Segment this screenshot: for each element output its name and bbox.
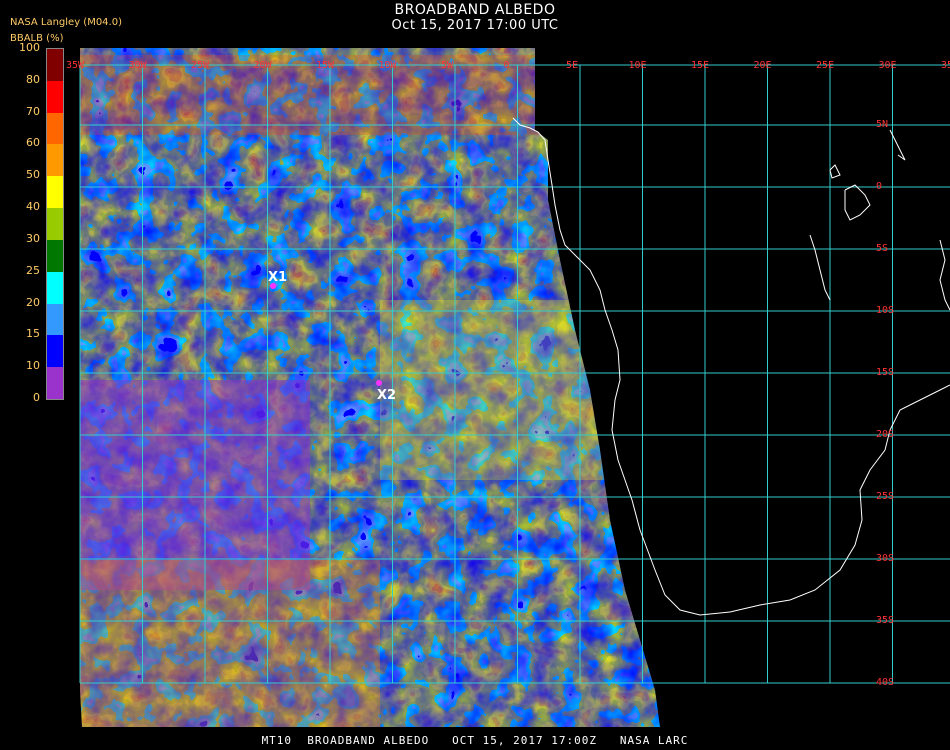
longitude-label: 15E — [691, 60, 710, 71]
colorbar-tick-label: 80 — [26, 72, 40, 86]
longitude-label: 25W — [191, 60, 210, 71]
latitude-label: 5N — [876, 119, 889, 130]
longitude-label: 20W — [253, 60, 272, 71]
colorbar-tick-label: 70 — [26, 104, 40, 118]
colorbar-tick-label: 15 — [26, 327, 40, 341]
longitude-label: 35W — [66, 60, 85, 71]
map-datetime: Oct 15, 2017 17:00 UTC — [391, 18, 559, 33]
albedo-map — [79, 48, 950, 727]
longitude-label: 5E — [566, 60, 579, 71]
colorbar-segment — [47, 335, 63, 368]
longitude-label: 10W — [378, 60, 397, 71]
longitude-label: 25E — [816, 60, 835, 71]
latitude-label: 20S — [876, 429, 895, 440]
footer-caption: MT10 BROADBAND ALBEDO OCT 15, 2017 17:00… — [261, 734, 689, 747]
colorbar-tick-label: 20 — [26, 295, 40, 309]
colorbar-tick-label: 40 — [26, 200, 40, 214]
latitude-label: 30S — [876, 553, 895, 564]
colorbar-tick-label: 0 — [33, 391, 40, 404]
colorbar-segment — [47, 144, 63, 177]
site-marker-dot — [270, 283, 276, 289]
colorbar-tick-label: 10 — [26, 359, 40, 373]
latitude-label: 35S — [876, 615, 895, 626]
colorbar-tick-label: 25 — [26, 263, 40, 277]
colorbar-tick-label: 60 — [26, 136, 40, 150]
colorbar-segment — [47, 271, 63, 304]
colorbar — [46, 48, 64, 400]
colorbar-segment — [47, 112, 63, 145]
longitude-label: 20E — [753, 60, 772, 71]
colorbar-segment — [47, 208, 63, 240]
site-marker-label: X2 — [377, 388, 397, 403]
latitude-label: 40S — [876, 677, 895, 688]
colorbar-segment — [47, 80, 63, 113]
agency-label: NASA Langley (M04.0) — [10, 17, 122, 28]
colorbar-tick-label: 50 — [26, 168, 40, 182]
longitude-label: 15W — [316, 60, 335, 71]
longitude-label: 30E — [878, 60, 897, 71]
site-marker-dot — [376, 380, 382, 386]
colorbar-segment — [47, 367, 63, 399]
latitude-label: 5S — [876, 243, 889, 254]
latitude-label: 10S — [876, 305, 895, 316]
longitude-label: 35E — [941, 60, 950, 71]
colorbar-segment — [47, 49, 63, 81]
map-title: BROADBAND ALBEDO — [394, 2, 556, 18]
longitude-label: 5W — [441, 60, 454, 71]
latitude-label: 25S — [876, 491, 895, 502]
colorbar-tick-label: 30 — [26, 231, 40, 245]
latitude-label: 15S — [876, 367, 895, 378]
colorbar-segment — [47, 176, 63, 209]
longitude-label: 0 — [503, 60, 510, 71]
latitude-label: 0 — [876, 181, 883, 192]
longitude-label: 30W — [128, 60, 147, 71]
colorbar-segment — [47, 239, 63, 272]
colorbar-tick-label: 100 — [19, 41, 40, 54]
longitude-label: 10E — [628, 60, 647, 71]
colorbar-segment — [47, 303, 63, 336]
satellite-swath — [80, 48, 660, 727]
